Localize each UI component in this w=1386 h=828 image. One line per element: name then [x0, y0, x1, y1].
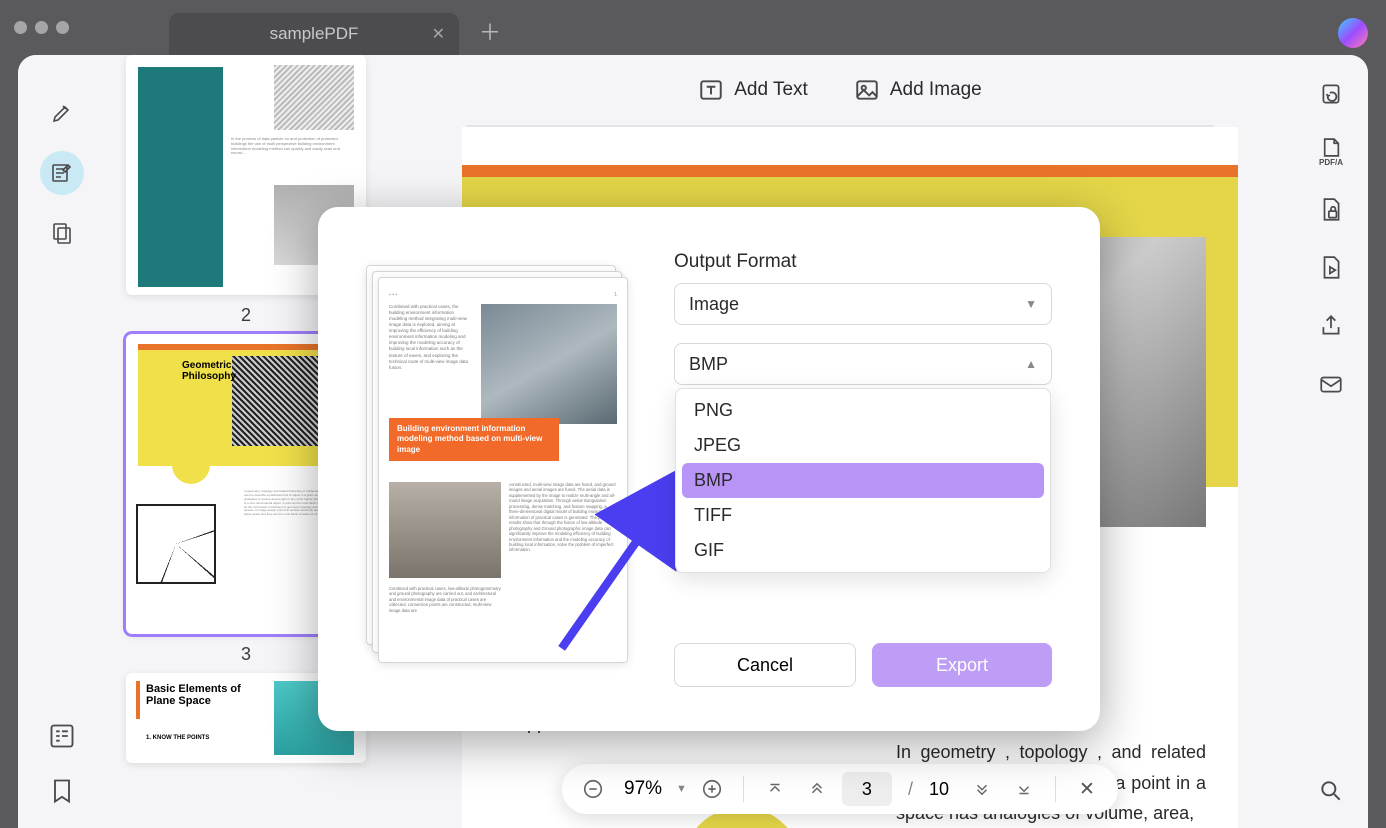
- close-tab-icon[interactable]: ✕: [432, 24, 445, 44]
- format-type-dropdown: PNG JPEG BMP TIFF GIF: [675, 388, 1051, 573]
- titlebar: samplePDF ✕ ＋: [0, 0, 1386, 55]
- option-jpeg[interactable]: JPEG: [682, 428, 1044, 463]
- app-frame: In the process of data particle on and p…: [18, 55, 1368, 828]
- option-png[interactable]: PNG: [682, 393, 1044, 428]
- option-tiff[interactable]: TIFF: [682, 498, 1044, 533]
- option-gif[interactable]: GIF: [682, 533, 1044, 568]
- output-format-label: Output Format: [674, 251, 1052, 273]
- export-preview: ▪ ▪ ▪1 Combined with practical cases, th…: [366, 265, 626, 665]
- format-type-select[interactable]: BMP ▲ PNG JPEG BMP TIFF GIF: [674, 343, 1052, 385]
- window-controls: [14, 21, 69, 34]
- user-avatar[interactable]: [1338, 18, 1368, 48]
- export-dialog: ▪ ▪ ▪1 Combined with practical cases, th…: [318, 207, 1100, 731]
- cancel-button[interactable]: Cancel: [674, 643, 856, 687]
- maximize-window-icon[interactable]: [56, 21, 69, 34]
- format-category-select[interactable]: Image ▼: [674, 283, 1052, 325]
- chevron-up-icon: ▲: [1025, 357, 1037, 371]
- minimize-window-icon[interactable]: [35, 21, 48, 34]
- export-button[interactable]: Export: [872, 643, 1052, 687]
- document-tab[interactable]: samplePDF ✕: [169, 13, 459, 55]
- new-tab-button[interactable]: ＋: [479, 15, 501, 47]
- chevron-down-icon: ▼: [1025, 297, 1037, 311]
- close-window-icon[interactable]: [14, 21, 27, 34]
- option-bmp[interactable]: BMP: [682, 463, 1044, 498]
- tab-title: samplePDF: [270, 24, 359, 44]
- export-controls: Output Format Image ▼ BMP ▲ PNG JPEG BMP…: [674, 251, 1052, 687]
